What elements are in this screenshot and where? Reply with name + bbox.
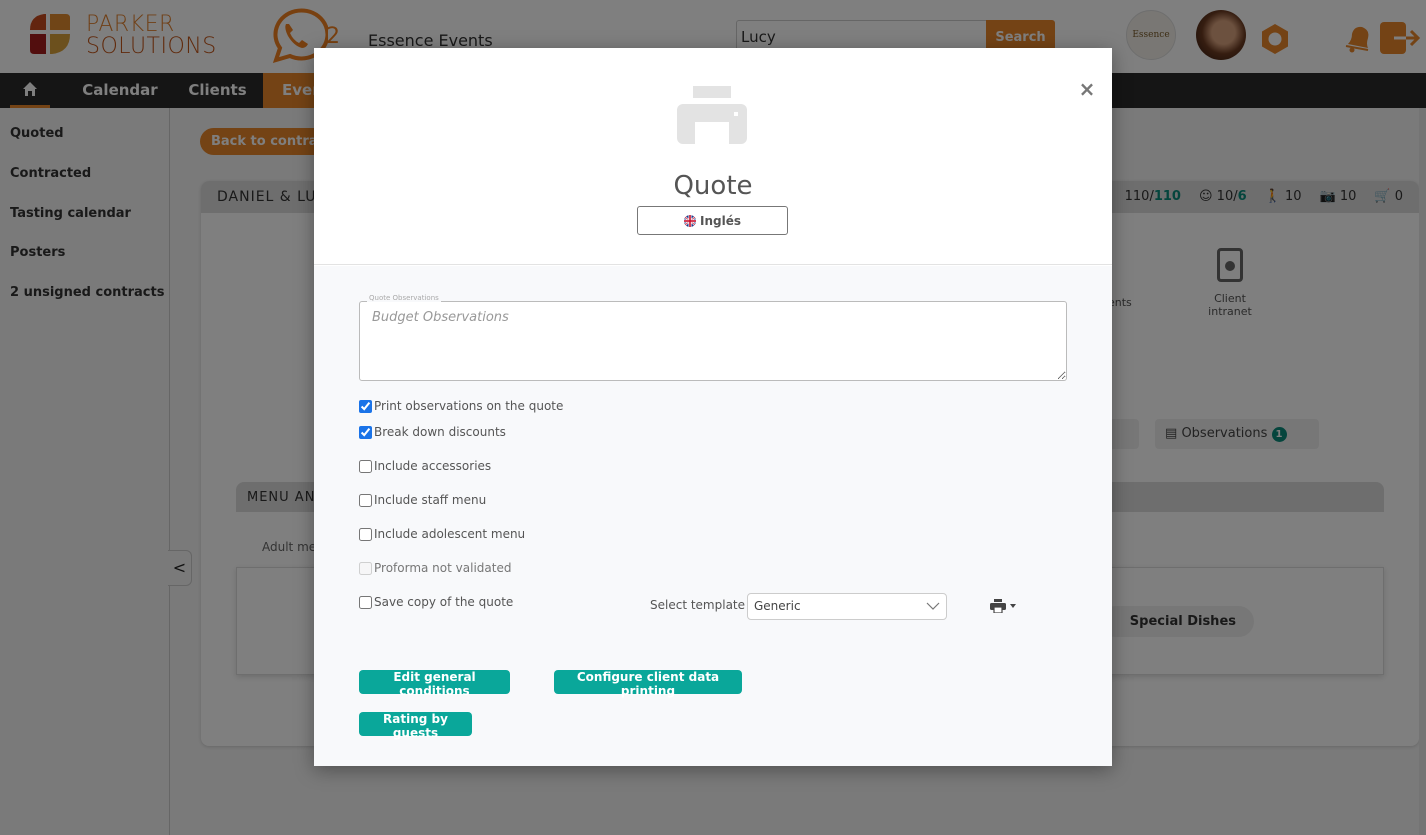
chevron-down-icon bbox=[926, 602, 940, 610]
modal-title: Quote bbox=[673, 171, 753, 201]
observations-legend: Quote Observations bbox=[367, 294, 441, 302]
print-observations-label: Print observations on the quote bbox=[374, 399, 564, 413]
include-adolescent-menu-label: Include adolescent menu bbox=[374, 527, 526, 541]
caret-down-icon bbox=[1010, 604, 1016, 608]
rating-by-guests-button[interactable]: Rating by guests bbox=[359, 712, 472, 740]
configure-client-data-printing-button[interactable]: Configure client data printing bbox=[554, 670, 742, 698]
break-down-discounts-label: Break down discounts bbox=[374, 425, 506, 439]
uk-flag-icon bbox=[684, 214, 696, 227]
proforma-not-validated-label: Proforma not validated bbox=[374, 561, 512, 575]
template-select[interactable]: Generic bbox=[747, 593, 947, 620]
proforma-not-validated-checkbox bbox=[359, 561, 372, 575]
print-observations-checkbox[interactable] bbox=[359, 399, 372, 413]
close-icon[interactable]: × bbox=[1078, 79, 1096, 99]
save-copy-checkbox-row[interactable]: Save copy of the quote bbox=[359, 595, 513, 609]
edit-general-conditions-button[interactable]: Edit general conditions bbox=[359, 670, 510, 698]
include-staff-menu-checkbox-row[interactable]: Include staff menu bbox=[359, 493, 486, 507]
print-icon bbox=[990, 599, 1006, 613]
printer-icon bbox=[677, 86, 747, 152]
language-button[interactable]: Inglés bbox=[637, 206, 788, 235]
modal-header: × Quote Inglés bbox=[314, 48, 1112, 265]
include-adolescent-menu-checkbox-row[interactable]: Include adolescent menu bbox=[359, 527, 525, 541]
template-selected-value: Generic bbox=[754, 599, 801, 613]
print-observations-checkbox-row[interactable]: Print observations on the quote bbox=[359, 399, 563, 413]
quote-observations-textarea[interactable] bbox=[359, 301, 1067, 381]
include-staff-menu-label: Include staff menu bbox=[374, 493, 487, 507]
break-down-discounts-checkbox[interactable] bbox=[359, 425, 372, 439]
language-label: Inglés bbox=[700, 213, 741, 228]
include-staff-menu-checkbox[interactable] bbox=[359, 493, 372, 507]
modal-body: Quote Observations Print observations on… bbox=[314, 266, 1112, 766]
proforma-not-validated-checkbox-row: Proforma not validated bbox=[359, 561, 511, 575]
print-dropdown-button[interactable] bbox=[990, 598, 1024, 614]
include-accessories-label: Include accessories bbox=[374, 459, 492, 473]
save-copy-checkbox[interactable] bbox=[359, 595, 372, 609]
quote-modal: × Quote Inglés Quote Observations Budget… bbox=[314, 48, 1112, 766]
select-template-label: Select template bbox=[650, 598, 746, 612]
break-down-discounts-checkbox-row[interactable]: Break down discounts bbox=[359, 425, 506, 439]
include-adolescent-menu-checkbox[interactable] bbox=[359, 527, 372, 541]
save-copy-label: Save copy of the quote bbox=[374, 595, 514, 609]
include-accessories-checkbox[interactable] bbox=[359, 459, 372, 473]
include-accessories-checkbox-row[interactable]: Include accessories bbox=[359, 459, 491, 473]
